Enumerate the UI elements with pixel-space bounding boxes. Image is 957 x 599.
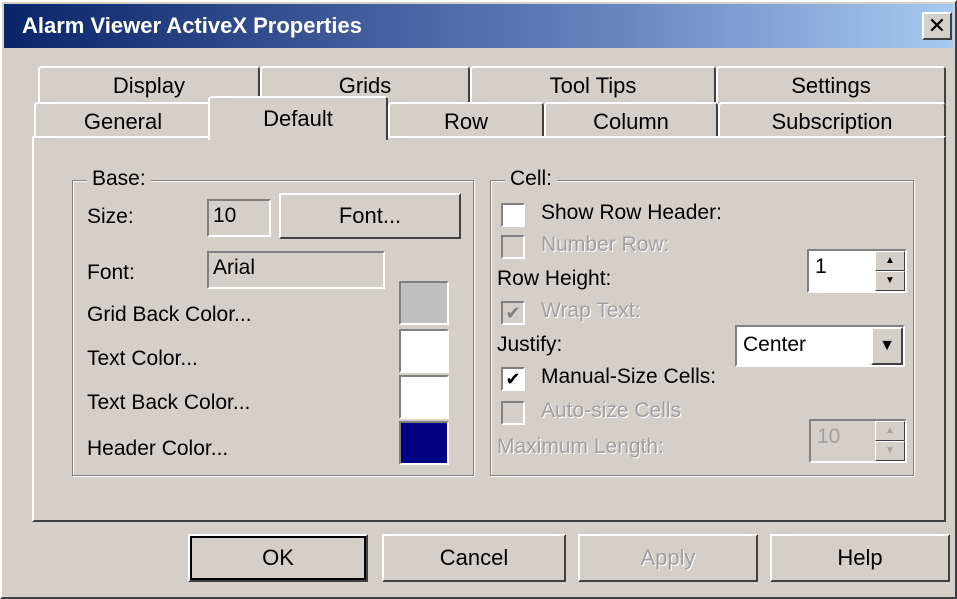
row-height-value: 1: [815, 255, 827, 278]
tab-label: Column: [593, 109, 669, 134]
number-row-checkbox: [501, 235, 525, 259]
help-button-label: Help: [837, 545, 883, 570]
grid-back-color-label[interactable]: Grid Back Color...: [87, 303, 252, 327]
header-color-label[interactable]: Header Color...: [87, 437, 228, 461]
base-group: Base: Size: 10 Font... Font: Arial Grid …: [72, 167, 474, 476]
maximum-length-label: Maximum Length:: [497, 435, 664, 458]
base-legend: Base:: [87, 167, 151, 191]
show-row-header-checkbox[interactable]: [501, 203, 525, 227]
title-bar: Alarm Viewer ActiveX Properties ✕: [4, 4, 953, 48]
help-button[interactable]: Help: [770, 534, 950, 582]
tab-label: Settings: [791, 73, 871, 98]
cancel-button[interactable]: Cancel: [382, 534, 566, 582]
maximum-length-value: 10: [817, 425, 841, 448]
number-row-label: Number Row:: [541, 233, 670, 256]
tab-row[interactable]: Row: [388, 102, 544, 140]
arrow-down-icon[interactable]: ▼: [875, 271, 905, 291]
font-label: Font:: [87, 261, 135, 284]
tab-column[interactable]: Column: [544, 102, 718, 140]
show-row-header-label: Show Row Header:: [541, 201, 722, 224]
auto-size-cells-label: Auto-size Cells: [541, 399, 682, 422]
tab-settings[interactable]: Settings: [716, 66, 946, 104]
tab-label: General: [83, 109, 163, 134]
properties-dialog: Alarm Viewer ActiveX Properties ✕ Displa…: [0, 0, 957, 599]
tab-tool-tips[interactable]: Tool Tips: [470, 66, 716, 104]
close-button[interactable]: ✕: [922, 12, 952, 40]
tab-label: Default: [263, 106, 333, 131]
manual-size-cells-label: Manual-Size Cells:: [541, 365, 717, 388]
apply-button-label: Apply: [640, 545, 696, 570]
apply-button: Apply: [578, 534, 758, 582]
ok-button[interactable]: OK: [188, 534, 368, 582]
arrow-up-icon: ▲: [875, 421, 905, 441]
auto-size-cells-checkbox: [501, 401, 525, 425]
tab-label: Row: [443, 109, 488, 134]
arrow-down-icon: ▼: [875, 441, 905, 461]
text-back-color-swatch[interactable]: [399, 375, 449, 419]
cancel-button-label: Cancel: [439, 545, 509, 570]
tab-label: Tool Tips: [549, 73, 637, 98]
window-title: Alarm Viewer ActiveX Properties: [22, 13, 362, 38]
grid-back-color-swatch[interactable]: [399, 281, 449, 325]
wrap-text-checkbox: ✔: [501, 301, 525, 325]
text-back-color-label[interactable]: Text Back Color...: [87, 391, 250, 415]
chevron-down-icon[interactable]: ▼: [871, 327, 903, 365]
font-button-label: Font...: [338, 203, 402, 228]
row-height-spinner[interactable]: 1 ▲ ▼: [807, 249, 907, 293]
maximum-length-spinner: 10 ▲ ▼: [809, 419, 907, 463]
tab-label: Subscription: [771, 109, 893, 134]
header-color-swatch[interactable]: [399, 421, 449, 465]
font-name-field: Arial: [207, 251, 385, 289]
tab-label: Display: [112, 73, 186, 98]
text-color-swatch[interactable]: [399, 329, 449, 373]
text-color-label[interactable]: Text Color...: [87, 347, 198, 371]
justify-label: Justify:: [497, 333, 563, 356]
tab-subscription[interactable]: Subscription: [718, 102, 946, 140]
manual-size-cells-checkbox[interactable]: ✔: [501, 367, 525, 391]
size-label: Size:: [87, 205, 134, 228]
cell-group: Cell: Show Row Header: Number Row: Row H…: [490, 167, 914, 476]
size-field[interactable]: 10: [207, 199, 271, 237]
justify-value: Center: [743, 333, 807, 356]
close-icon: ✕: [927, 13, 947, 38]
justify-select[interactable]: Center ▼: [735, 325, 905, 367]
cell-legend: Cell:: [505, 167, 558, 191]
tab-panel: Base: Size: 10 Font... Font: Arial Grid …: [32, 136, 946, 522]
ok-button-label: OK: [262, 545, 294, 570]
tab-default[interactable]: Default: [208, 96, 388, 140]
tab-general[interactable]: General: [34, 102, 212, 140]
font-button[interactable]: Font...: [279, 193, 461, 239]
arrow-up-icon[interactable]: ▲: [875, 251, 905, 271]
row-height-label: Row Height:: [497, 267, 612, 290]
wrap-text-label: Wrap Text:: [541, 299, 641, 322]
